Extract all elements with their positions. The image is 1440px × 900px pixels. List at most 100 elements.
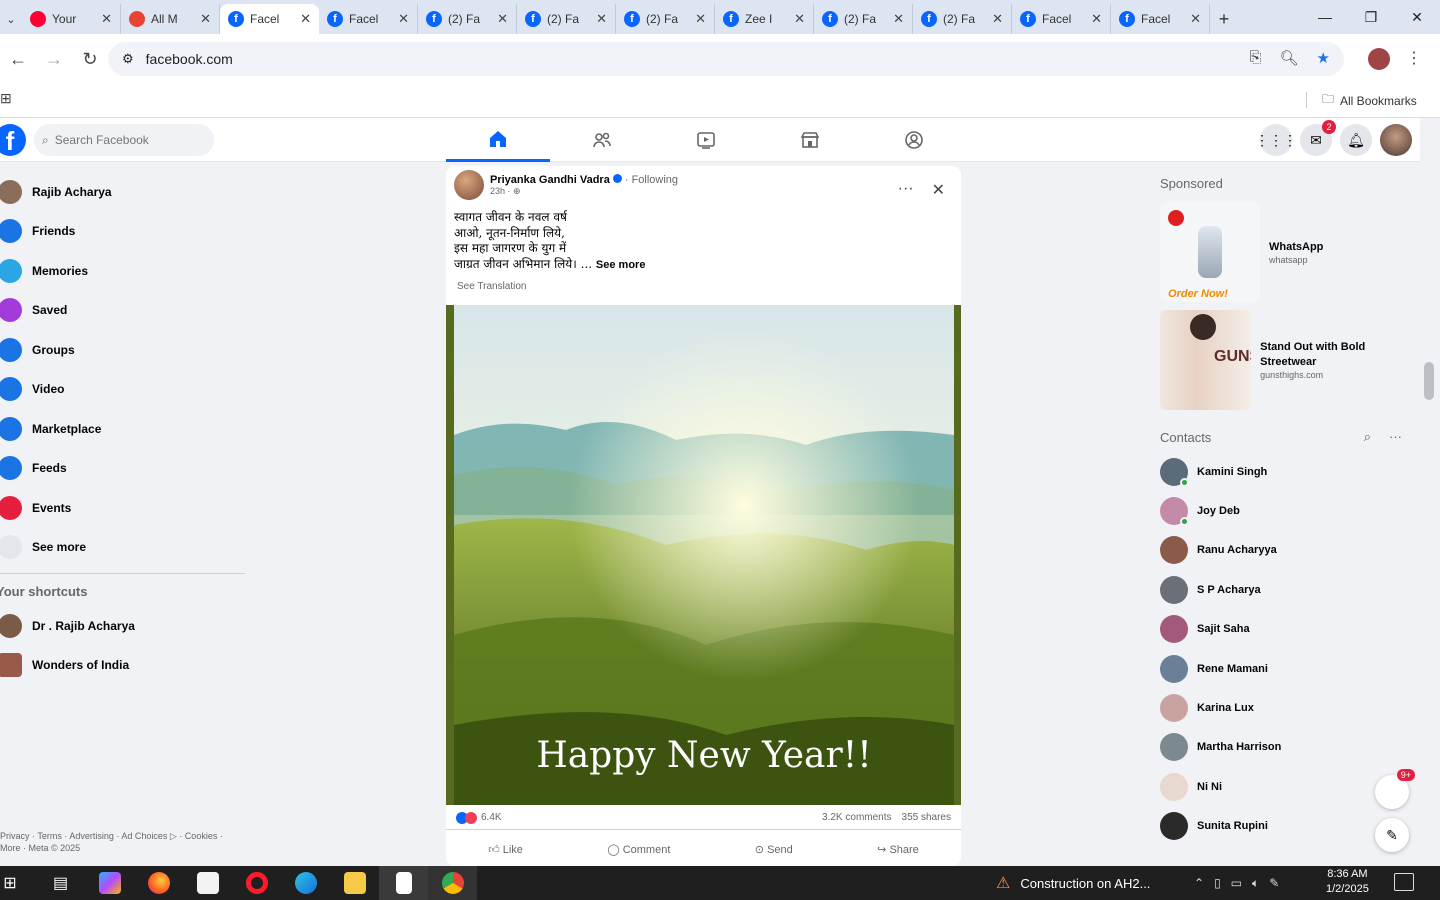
sidebar-item[interactable]: Rajib Acharya <box>0 172 250 212</box>
close-window-button[interactable]: ✕ <box>1394 0 1440 34</box>
browser-tab[interactable]: All M ✕ <box>121 4 220 34</box>
see-more-link[interactable]: See more <box>596 259 646 271</box>
search-box[interactable]: ⌕ <box>34 124 214 156</box>
shares-count[interactable]: 355 shares <box>902 812 951 823</box>
site-settings-icon[interactable]: ⚙ <box>122 51 134 67</box>
new-tab-button[interactable]: + <box>1210 4 1238 34</box>
contact-item[interactable]: Ranu Acharyya <box>1160 531 1410 570</box>
close-tab-icon[interactable]: ✕ <box>1190 11 1201 27</box>
browser-tab[interactable]: f Zee I ✕ <box>715 4 814 34</box>
nav-video[interactable] <box>654 118 758 162</box>
close-tab-icon[interactable]: ✕ <box>695 11 706 27</box>
see-translation-link[interactable]: See Translation <box>446 273 961 300</box>
taskbar-app-store[interactable] <box>183 866 232 900</box>
menu-button[interactable]: ⋮⋮⋮ <box>1255 124 1297 156</box>
footer-line[interactable]: Privacy · Terms · Advertising · Ad Choic… <box>0 830 245 842</box>
browser-tab[interactable]: f Facel ✕ <box>1012 4 1111 34</box>
close-tab-icon[interactable]: ✕ <box>1091 11 1102 27</box>
taskbar-app-opera[interactable] <box>232 866 281 900</box>
more-options-icon[interactable]: ··· <box>898 180 914 200</box>
taskbar-app-firefox[interactable] <box>134 866 183 900</box>
device-icon[interactable]: ▯ <box>1214 876 1221 890</box>
nav-gaming[interactable] <box>862 118 966 162</box>
post-author[interactable]: Priyanka Gandhi Vadra <box>490 174 610 186</box>
pen-icon[interactable]: ✎ <box>1269 876 1279 890</box>
footer-line[interactable]: More · Meta © 2025 <box>0 842 245 854</box>
scrollbar-thumb[interactable] <box>1424 362 1434 400</box>
all-bookmarks-button[interactable]: 🗀 All Bookmarks <box>1322 90 1417 111</box>
browser-tab[interactable]: f (2) Fa ✕ <box>517 4 616 34</box>
browser-tab[interactable]: f Facel ✕ <box>319 4 418 34</box>
contact-item[interactable]: Martha Harrison <box>1160 728 1410 767</box>
close-tab-icon[interactable]: ✕ <box>992 11 1003 27</box>
sidebar-item[interactable]: Groups <box>0 330 250 370</box>
volume-icon[interactable]: 🔈︎ <box>1252 876 1259 891</box>
like-button[interactable]: 👍︎ Like <box>488 843 523 856</box>
reload-button[interactable]: ↻ <box>72 41 108 77</box>
clock[interactable]: 8:36 AM 1/2/2025 <box>1326 867 1369 897</box>
forward-button[interactable]: → <box>36 41 72 77</box>
sidebar-item[interactable]: Video <box>0 370 250 410</box>
search-input[interactable] <box>54 133 195 147</box>
taskbar-app-chrome[interactable] <box>428 866 477 900</box>
post-image[interactable]: Happy New Year!! <box>446 305 961 805</box>
nav-home[interactable] <box>446 118 550 162</box>
back-button[interactable]: ← <box>0 41 36 77</box>
taskbar-app-edge[interactable] <box>281 866 330 900</box>
apps-grid-icon[interactable]: ⊞ <box>0 90 12 107</box>
comments-count[interactable]: 3.2K comments <box>822 812 891 823</box>
reactions-count[interactable]: 6.4K <box>481 812 502 823</box>
shortcut-item[interactable]: Wonders of India <box>0 646 250 686</box>
contact-item[interactable]: Ni Ni <box>1160 767 1410 806</box>
browser-tab[interactable]: f (2) Fa ✕ <box>814 4 913 34</box>
notification-center-button[interactable] <box>1394 873 1414 891</box>
browser-tab[interactable]: f Facel ✕ <box>220 4 319 34</box>
close-tab-icon[interactable]: ✕ <box>101 11 112 27</box>
close-post-icon[interactable]: ✕ <box>932 180 945 200</box>
taskbar-app-explorer[interactable] <box>330 866 379 900</box>
shortcut-item[interactable]: Dr . Rajib Acharya <box>0 606 250 646</box>
comment-button[interactable]: ◯ Comment <box>607 843 670 856</box>
contact-item[interactable]: Karina Lux <box>1160 688 1410 727</box>
install-app-icon[interactable]: ⎘ <box>1249 49 1261 67</box>
restore-button[interactable]: ❐ <box>1348 0 1394 34</box>
notification-area[interactable]: ⚠ Construction on AH2... <box>996 866 1150 900</box>
browser-tab[interactable]: f (2) Fa ✕ <box>418 4 517 34</box>
chrome-menu-icon[interactable]: ⋮ <box>1406 48 1422 68</box>
contact-item[interactable]: Kamini Singh <box>1160 452 1410 491</box>
chat-head-button[interactable]: 9+ <box>1375 769 1415 809</box>
contact-item[interactable]: Sunita Rupini <box>1160 807 1410 846</box>
browser-tab[interactable]: f (2) Fa ✕ <box>913 4 1012 34</box>
close-tab-icon[interactable]: ✕ <box>300 11 311 27</box>
contact-item[interactable]: Sajit Saha <box>1160 610 1410 649</box>
browser-tab[interactable]: Your ✕ <box>22 4 121 34</box>
sponsored-ad[interactable]: Order Now! WhatsApp whatsapp <box>1160 198 1410 306</box>
account-avatar[interactable] <box>1380 124 1412 156</box>
sidebar-item[interactable]: Marketplace <box>0 409 250 449</box>
sidebar-item[interactable]: Memories <box>0 251 250 291</box>
network-icon[interactable]: ▭ <box>1231 876 1242 890</box>
close-tab-icon[interactable]: ✕ <box>794 11 805 27</box>
sidebar-item[interactable]: Events <box>0 488 250 528</box>
taskbar-app-notepad[interactable] <box>379 866 428 900</box>
messenger-button[interactable]: ✉ 2 <box>1300 120 1336 156</box>
contacts-options-icon[interactable]: ··· <box>1389 429 1402 445</box>
nav-marketplace[interactable] <box>758 118 862 162</box>
zoom-icon[interactable]: 🔍︎ <box>1280 49 1299 67</box>
share-button[interactable]: ↪ Share <box>877 843 919 856</box>
taskbar-app-copilot[interactable] <box>85 866 134 900</box>
sidebar-item[interactable]: Feeds <box>0 449 250 489</box>
new-message-button[interactable]: ✎ <box>1375 818 1409 852</box>
profile-avatar[interactable] <box>1368 48 1390 70</box>
bookmark-star-icon[interactable]: ★ <box>1317 49 1330 67</box>
sidebar-item[interactable]: Friends <box>0 212 250 252</box>
sidebar-item[interactable]: Saved <box>0 291 250 331</box>
close-tab-icon[interactable]: ✕ <box>200 11 211 27</box>
send-button[interactable]: ⊙ Send <box>755 843 793 856</box>
close-tab-icon[interactable]: ✕ <box>893 11 904 27</box>
author-avatar[interactable] <box>454 170 484 200</box>
tray-chevron-icon[interactable]: ⌃ <box>1194 876 1204 890</box>
nav-friends[interactable] <box>550 118 654 162</box>
contact-item[interactable]: Rene Mamani <box>1160 649 1410 688</box>
address-bar[interactable]: ⚙ facebook.com <box>108 42 1344 76</box>
